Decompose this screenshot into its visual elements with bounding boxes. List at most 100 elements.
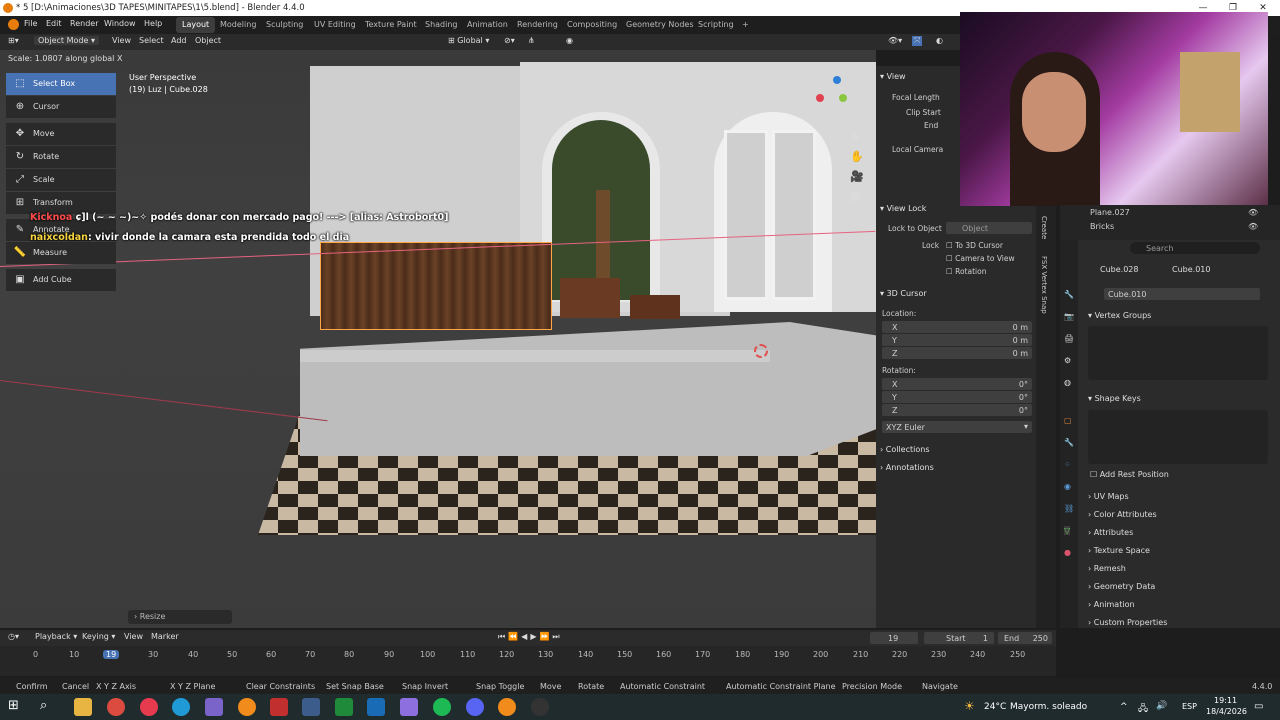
app-icon[interactable]	[205, 698, 223, 716]
pycharm-icon[interactable]	[335, 698, 353, 716]
uv-maps-section[interactable]: › UV Maps	[1088, 492, 1129, 501]
file-explorer-icon[interactable]	[74, 698, 92, 716]
view-menu[interactable]: View	[112, 36, 131, 45]
blender-taskbar-icon[interactable]	[238, 698, 256, 716]
chrome-icon[interactable]	[107, 698, 125, 716]
3d-cursor-section-header[interactable]: ▾ 3D Cursor	[880, 289, 927, 298]
constraints-tab-icon[interactable]: ⛓	[1064, 504, 1074, 513]
zoom-icon[interactable]: ⊕	[850, 130, 859, 143]
gizmo-y-icon[interactable]	[839, 94, 847, 102]
overlay-icon[interactable]: ◐	[936, 36, 943, 45]
view-lock-section-header[interactable]: ▾ View Lock	[880, 204, 926, 213]
tab-create[interactable]: Create	[1040, 216, 1048, 239]
tray-chevron-icon[interactable]: ^	[1120, 702, 1128, 712]
cursor-location-x[interactable]: X 0 m	[882, 321, 1032, 333]
tool-measure[interactable]: 📏 Measure	[6, 242, 116, 264]
marker-menu[interactable]: Marker	[151, 632, 179, 641]
rotation-mode-dropdown[interactable]: XYZ Euler ▾	[882, 421, 1032, 433]
tab-compositing[interactable]: Compositing	[561, 17, 623, 33]
tab-shading[interactable]: Shading	[419, 17, 464, 33]
menu-help[interactable]: Help	[144, 19, 162, 28]
shape-keys-list[interactable]	[1088, 410, 1268, 464]
object-menu[interactable]: Object	[195, 36, 221, 45]
menu-edit[interactable]: Edit	[46, 19, 62, 28]
world-tab-icon[interactable]: ◍	[1064, 378, 1071, 387]
select-menu[interactable]: Select	[139, 36, 164, 45]
app-icon[interactable]	[302, 698, 320, 716]
pan-hand-icon[interactable]: ✋	[850, 150, 864, 163]
weather-temp[interactable]: 24°C	[984, 702, 1006, 712]
current-frame-field[interactable]: 19	[870, 632, 918, 644]
color-attributes-section[interactable]: › Color Attributes	[1088, 510, 1157, 519]
tab-layout[interactable]: Layout	[176, 17, 216, 33]
blender-menu-icon[interactable]	[8, 19, 19, 30]
pivot-icon[interactable]: ⊘▾	[504, 36, 515, 45]
3d-viewport[interactable]: ⊕ ✋ 🎥 ▦ User Perspective (19) Luz | Cube…	[0, 50, 876, 628]
gizmo-x-icon[interactable]	[816, 94, 824, 102]
material-tab-icon[interactable]: ●	[1064, 548, 1071, 557]
menu-window[interactable]: Window	[104, 19, 136, 28]
vs-icon[interactable]	[367, 698, 385, 716]
notification-icon[interactable]: ▭	[1254, 701, 1263, 712]
rotation-lock-checkbox[interactable]: ☐ Rotation	[946, 267, 1036, 276]
cursor-rotation-x[interactable]: X 0°	[882, 378, 1032, 390]
proportional-edit-icon[interactable]: ◉	[566, 36, 573, 45]
language-indicator[interactable]: ESP	[1182, 702, 1197, 711]
texture-space-section[interactable]: › Texture Space	[1088, 546, 1150, 555]
eye-icon[interactable]: 👁	[1248, 222, 1258, 231]
object-breadcrumb[interactable]: Cube.028	[1100, 265, 1138, 274]
tab-scripting[interactable]: Scripting	[692, 17, 740, 33]
discord-icon[interactable]	[466, 698, 484, 716]
scene-tab-icon[interactable]: ⚙	[1064, 356, 1071, 365]
wood-panel-selected[interactable]	[320, 242, 552, 330]
attributes-section[interactable]: › Attributes	[1088, 528, 1133, 537]
tab-animation[interactable]: Animation	[461, 17, 514, 33]
tab-geometry-nodes[interactable]: Geometry Nodes	[620, 17, 699, 33]
shape-keys-section[interactable]: ▾ Shape Keys	[1088, 394, 1141, 403]
annotations-section-header[interactable]: › Annotations	[880, 463, 934, 472]
playback-menu[interactable]: Playback ▾	[35, 632, 77, 641]
tab-uv-editing[interactable]: UV Editing	[308, 17, 362, 33]
tab-texture-paint[interactable]: Texture Paint	[359, 17, 423, 33]
keying-menu[interactable]: Keying ▾	[82, 632, 115, 641]
tab-rendering[interactable]: Rendering	[511, 17, 564, 33]
eye-icon[interactable]: 👁	[1248, 208, 1258, 217]
end-frame-field[interactable]: End 250	[998, 632, 1052, 644]
perspective-toggle-icon[interactable]: ▦	[850, 190, 860, 203]
weather-desc[interactable]: Mayorm. soleado	[1010, 702, 1087, 712]
view-section-header[interactable]: ▾ View	[880, 72, 906, 81]
snap-icon[interactable]: ⋔	[528, 36, 535, 45]
tab-modeling[interactable]: Modeling	[214, 17, 262, 33]
last-operator-panel[interactable]: › Resize	[128, 610, 232, 624]
tool-rotate[interactable]: ↻ Rotate	[6, 146, 116, 168]
to-3d-cursor-checkbox[interactable]: ☐ To 3D Cursor	[946, 241, 1036, 250]
physics-tab-icon[interactable]: ◉	[1064, 482, 1071, 491]
vertex-groups-list[interactable]	[1088, 326, 1268, 380]
add-workspace-button[interactable]: +	[736, 17, 755, 33]
tool-add-cube[interactable]: ▣ Add Cube	[6, 269, 116, 291]
volume-icon[interactable]: 🔊	[1156, 701, 1167, 711]
spotify-icon[interactable]	[433, 698, 451, 716]
menu-file[interactable]: File	[24, 19, 37, 28]
outliner-item[interactable]: Bricks	[1090, 222, 1114, 231]
gizmo-toggle-icon[interactable]: ⤧	[912, 36, 923, 46]
app-icon[interactable]	[270, 698, 288, 716]
tool-transform[interactable]: ⊞ Transform	[6, 192, 116, 214]
playhead[interactable]: 19	[103, 650, 120, 659]
mode-dropdown[interactable]: Object Mode ▾	[34, 36, 99, 45]
cursor-rotation-z[interactable]: Z 0°	[882, 404, 1032, 416]
cursor-rotation-y[interactable]: Y 0°	[882, 391, 1032, 403]
search-icon[interactable]: ⌕	[40, 698, 58, 716]
modifier-tab-icon[interactable]: 🔧	[1064, 438, 1074, 447]
gizmo-z-icon[interactable]	[833, 76, 841, 84]
playback-controls[interactable]: ⏮⏪◀▶⏩⏭	[498, 632, 563, 642]
add-menu[interactable]: Add	[171, 36, 187, 45]
animation-section[interactable]: › Animation	[1088, 600, 1135, 609]
remesh-section[interactable]: › Remesh	[1088, 564, 1126, 573]
obs-icon[interactable]	[531, 698, 549, 716]
output-tab-icon[interactable]: 🖨	[1064, 334, 1074, 343]
object-tab-icon[interactable]: ▢	[1064, 416, 1072, 425]
camera-view-icon[interactable]: 🎥	[850, 170, 864, 183]
particles-tab-icon[interactable]: ⁘	[1064, 460, 1071, 469]
outliner-item[interactable]: Plane.027	[1090, 208, 1130, 217]
